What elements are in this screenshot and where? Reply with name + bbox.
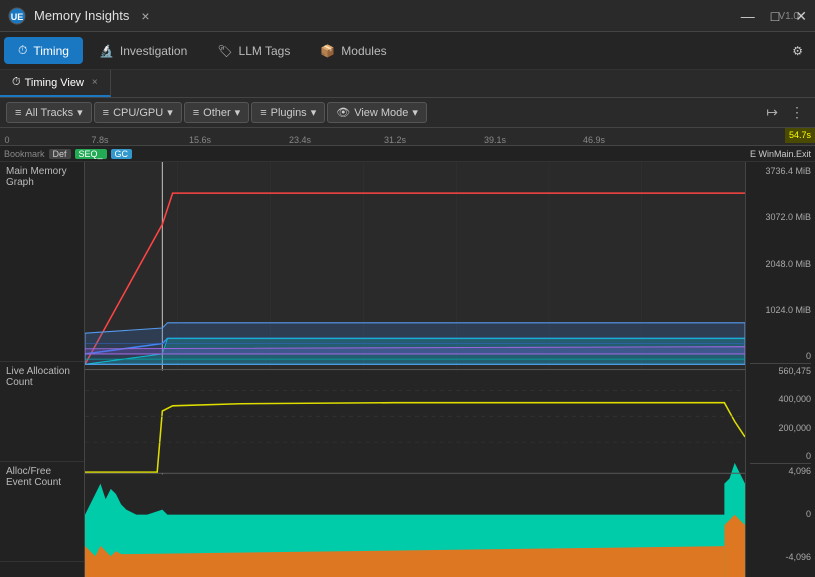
chart-area: Main Memory Graph Live Allocation Count …	[0, 162, 815, 577]
y-alloc-2: 200,000	[750, 423, 811, 433]
bookmark-label: Bookmark	[4, 149, 45, 159]
y-memory-0: 3736.4 MiB	[750, 166, 811, 176]
ruler-highlight-value: 54.7s	[789, 130, 811, 140]
all-tracks-arrow: ▾	[77, 106, 83, 119]
plugins-icon: ≡	[260, 107, 266, 119]
all-tracks-button[interactable]: ≡ All Tracks ▾	[6, 102, 92, 123]
events-track-label: Alloc/Free Event Count	[6, 466, 78, 488]
title-text: Memory Insights	[34, 8, 129, 23]
view-mode-label: View Mode	[354, 107, 408, 119]
track-label-events: Alloc/Free Event Count	[0, 462, 84, 562]
minimize-button[interactable]: —	[741, 9, 755, 23]
cpu-gpu-label: CPU/GPU	[113, 107, 163, 119]
gc-tag[interactable]: GC	[111, 149, 133, 159]
tab-llm-label: LLM Tags	[239, 44, 291, 58]
tab-llm-tags[interactable]: 🏷 LLM Tags	[203, 38, 304, 64]
timing-view-icon: ⏱	[12, 76, 21, 89]
y-alloc-3: 0	[750, 451, 811, 461]
y-axis: 3736.4 MiB 3072.0 MiB 2048.0 MiB 1024.0 …	[745, 162, 815, 577]
memory-track-label: Main Memory Graph	[6, 166, 78, 188]
view-mode-arrow: ▾	[412, 106, 418, 119]
tracks-panel: Main Memory Graph Live Allocation Count …	[0, 162, 85, 577]
tab-timing[interactable]: ⏱ Timing	[4, 37, 83, 64]
timing-view-tab[interactable]: ⏱ Timing View ×	[0, 70, 111, 97]
cpu-gpu-icon: ≡	[103, 107, 109, 119]
y-axis-memory: 3736.4 MiB 3072.0 MiB 2048.0 MiB 1024.0 …	[750, 164, 811, 364]
y-events-0: 4,096	[750, 466, 811, 476]
y-axis-events: 4,096 0 -4,096	[750, 464, 811, 564]
eye-icon: 👁	[336, 106, 350, 119]
y-alloc-1: 400,000	[750, 394, 811, 404]
other-button[interactable]: ≡ Other ▾	[184, 102, 249, 123]
plugins-arrow: ▾	[311, 106, 317, 119]
ruler-mark-1: 7.8s	[91, 135, 108, 145]
more-button[interactable]: ⋮	[785, 101, 809, 124]
cpu-gpu-button[interactable]: ≡ CPU/GPU ▾	[94, 102, 182, 123]
charts-svg	[85, 162, 745, 577]
timeline-ruler: 0 7.8s 15.6s 23.4s 31.2s 39.1s 46.9s 54.…	[0, 128, 815, 146]
timing-view-close[interactable]: ×	[92, 77, 98, 88]
investigation-icon: 🔬	[99, 44, 114, 58]
tab-investigation-label: Investigation	[120, 44, 187, 58]
ruler-mark-0: 0	[4, 135, 9, 145]
view-tab-row: ⏱ Timing View ×	[0, 70, 815, 98]
title-tab-close[interactable]: ×	[137, 8, 153, 24]
ruler-mark-6: 46.9s	[583, 135, 605, 145]
def-tag[interactable]: Def	[49, 149, 71, 159]
plugins-button[interactable]: ≡ Plugins ▾	[251, 102, 325, 123]
graph-area[interactable]	[85, 162, 745, 577]
other-label: Other	[203, 107, 231, 119]
svg-text:UE: UE	[11, 12, 24, 22]
title-bar: UE Memory Insights × — □ ✕ V1.0	[0, 0, 815, 32]
tab-modules-label: Modules	[341, 44, 386, 58]
tab-timing-label: Timing	[33, 44, 69, 58]
ruler-mark-3: 23.4s	[289, 135, 311, 145]
ruler-highlight: 54.7s	[785, 128, 815, 143]
ruler-mark-2: 15.6s	[189, 135, 211, 145]
winexit-label: E WinMain.Exit	[750, 149, 811, 159]
modules-icon: 📦	[320, 44, 335, 58]
cpu-gpu-arrow: ▾	[167, 106, 173, 119]
tab-bar: ⏱ Timing 🔬 Investigation 🏷 LLM Tags 📦 Mo…	[0, 32, 815, 70]
timing-icon: ⏱	[18, 43, 27, 58]
track-label-alloc: Live Allocation Count	[0, 362, 84, 462]
pin-button[interactable]: ↦	[761, 101, 783, 124]
bookmarks-row: Bookmark Def SEQ_ GC E WinMain.Exit	[0, 146, 815, 162]
all-tracks-label: All Tracks	[25, 107, 73, 119]
tab-investigation[interactable]: 🔬 Investigation	[85, 38, 201, 64]
version-label: V1.0	[778, 11, 799, 22]
settings-icon: ⚙	[792, 44, 803, 58]
y-axis-alloc: 560,475 400,000 200,000 0	[750, 364, 811, 464]
toolbar: ≡ All Tracks ▾ ≡ CPU/GPU ▾ ≡ Other ▾ ≡ P…	[0, 98, 815, 128]
other-arrow: ▾	[235, 106, 241, 119]
title-left: UE Memory Insights ×	[8, 7, 154, 25]
y-memory-4: 0	[750, 351, 811, 361]
y-events-1: 0	[750, 509, 811, 519]
timing-view-label: Timing View	[25, 77, 84, 89]
track-label-memory: Main Memory Graph	[0, 162, 84, 362]
y-memory-2: 2048.0 MiB	[750, 259, 811, 269]
y-memory-1: 3072.0 MiB	[750, 212, 811, 222]
other-icon: ≡	[193, 107, 199, 119]
seq-tag[interactable]: SEQ_	[75, 149, 107, 159]
llm-icon: 🏷	[217, 44, 232, 58]
y-events-2: -4,096	[750, 552, 811, 562]
settings-button[interactable]: ⚙	[784, 40, 811, 62]
y-alloc-0: 560,475	[750, 366, 811, 376]
all-tracks-icon: ≡	[15, 107, 21, 119]
plugins-label: Plugins	[271, 107, 307, 119]
view-mode-button[interactable]: 👁 View Mode ▾	[327, 102, 427, 123]
alloc-track-label: Live Allocation Count	[6, 366, 78, 388]
app-icon: UE	[8, 7, 26, 25]
ruler-mark-4: 31.2s	[384, 135, 406, 145]
ruler-mark-5: 39.1s	[484, 135, 506, 145]
tab-modules[interactable]: 📦 Modules	[306, 38, 400, 64]
y-memory-3: 1024.0 MiB	[750, 305, 811, 315]
